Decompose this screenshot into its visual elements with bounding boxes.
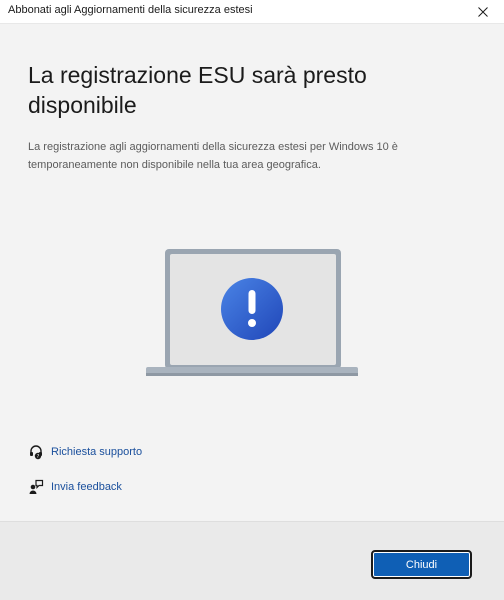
laptop-warning-icon — [146, 249, 358, 376]
window-title: Abbonati agli Aggiornamenti della sicure… — [8, 4, 253, 16]
request-support-link[interactable]: ? Richiesta supporto — [28, 444, 142, 460]
close-icon — [478, 7, 488, 17]
close-button[interactable]: Chiudi — [371, 550, 472, 579]
headset-help-icon: ? — [28, 444, 44, 460]
feedback-person-icon — [28, 479, 44, 495]
title-bar: Abbonati agli Aggiornamenti della sicure… — [0, 0, 504, 24]
dialog-footer: Chiudi — [0, 521, 504, 600]
send-feedback-label: Invia feedback — [51, 481, 122, 493]
request-support-label: Richiesta supporto — [51, 446, 143, 458]
description-text: La registrazione agli aggiornamenti dell… — [28, 141, 398, 171]
page-title: La registrazione ESU sarà presto disponi… — [28, 62, 367, 118]
svg-text:?: ? — [37, 454, 40, 460]
send-feedback-link[interactable]: Invia feedback — [28, 479, 122, 495]
window-close-button[interactable] — [462, 0, 504, 24]
dialog-content: La registrazione ESU sarà presto disponi… — [0, 24, 504, 521]
